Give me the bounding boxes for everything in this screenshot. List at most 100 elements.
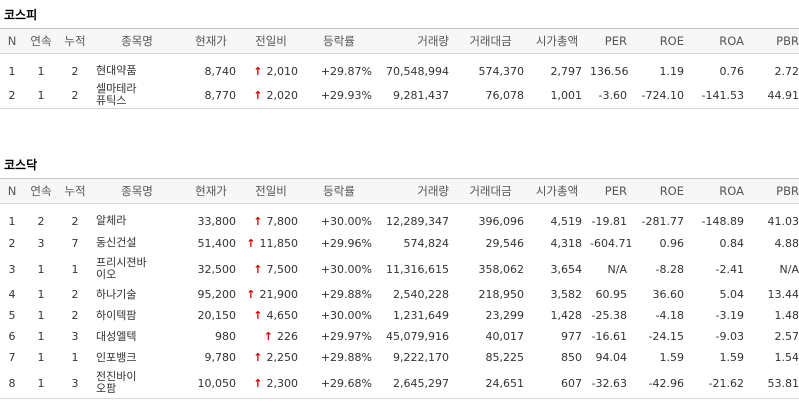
cell-pbr: 4.88 <box>774 236 799 250</box>
stock-name-line: 오팜 <box>96 382 117 395</box>
cell-roa: -2.41 <box>715 262 744 276</box>
cell-roa: -9.03 <box>715 330 744 343</box>
stock-name-link[interactable]: 하이텍팜 <box>92 305 182 326</box>
cell-amount: 218,950 <box>478 288 525 301</box>
table-row[interactable]: 1 1 2 현대약품 8,740 ↑ 2,010 +29.87% 70,548,994 574,3… <box>0 60 799 82</box>
cell-pbr: 1.48 <box>774 309 799 322</box>
cell-pbr: 53.81 <box>767 376 799 390</box>
header-volume: 거래량 <box>376 178 453 204</box>
header-price: 현재가 <box>182 28 240 54</box>
cell-market-cap: 2,797 <box>550 64 583 78</box>
header-consecutive: 연속 <box>24 178 58 204</box>
cell-roe: -24.15 <box>648 330 684 343</box>
stock-name-link[interactable]: 프리시젼바 이오 <box>92 254 182 284</box>
cell-n: 8 <box>8 376 16 390</box>
cell-volume: 2,645,297 <box>393 376 449 390</box>
header-cumulative: 누적 <box>58 178 92 204</box>
cell-volume: 12,289,347 <box>386 214 449 228</box>
cell-consecutive: 1 <box>37 330 45 343</box>
header-market-cap: 시가총액 <box>528 178 586 204</box>
cell-amount: 40,017 <box>485 330 525 343</box>
cell-price: 32,500 <box>197 262 237 276</box>
change-cell: ↑ 2,010 <box>240 60 302 82</box>
change-value: 7,500 <box>266 262 299 276</box>
cell-pbr: 2.72 <box>774 64 799 78</box>
table-row[interactable]: 2 3 7 동신건설 51,400 ↑ 11,850 +29.96% 574,824 29,546… <box>0 232 799 254</box>
cell-per: 136.56 <box>590 64 629 78</box>
cell-rate: +29.87% <box>320 64 372 78</box>
table-row[interactable]: 6 1 3 대성엘텍 980 ↑ 226 +29.97% 45,079,916 40,017 977… <box>0 326 799 347</box>
cell-n: 7 <box>8 351 16 364</box>
header-pbr: PBR <box>748 28 799 54</box>
header-roa: ROA <box>688 178 748 204</box>
cell-roa: 0.84 <box>719 236 745 250</box>
cell-roe: -4.18 <box>655 309 684 322</box>
header-cumulative: 누적 <box>58 28 92 54</box>
cell-rate: +29.88% <box>320 288 372 301</box>
cell-market-cap: 3,582 <box>550 288 583 301</box>
stock-name-link[interactable]: 하나기술 <box>92 284 182 305</box>
cell-n: 2 <box>8 88 16 102</box>
header-name: 종목명 <box>92 178 182 204</box>
table-row[interactable]: 2 1 2 셀마테라 퓨틱스 8,770 ↑ 2,020 +29.93% 9,281,437 76,… <box>0 82 799 108</box>
kosdaq-title: 코스닥 <box>4 158 38 172</box>
stock-name-link[interactable]: 셀마테라 퓨틱스 <box>92 82 182 108</box>
cell-price: 8,770 <box>204 88 237 102</box>
cell-amount: 358,062 <box>478 262 525 276</box>
cell-roa: 1.59 <box>719 351 745 364</box>
stock-name-link[interactable]: 인포뱅크 <box>92 347 182 368</box>
stock-name-line: 이오 <box>96 268 117 281</box>
cell-roe: -281.77 <box>641 214 684 228</box>
header-rate: 등락률 <box>302 28 376 54</box>
header-amount: 거래대금 <box>453 28 528 54</box>
cell-volume: 70,548,994 <box>386 64 449 78</box>
up-arrow-icon: ↑ <box>246 288 256 301</box>
cell-consecutive: 1 <box>37 64 45 78</box>
change-value: 2,300 <box>266 376 299 390</box>
cell-market-cap: 1,001 <box>550 88 583 102</box>
change-cell: ↑ 2,250 <box>240 347 302 368</box>
header-name: 종목명 <box>92 28 182 54</box>
stock-name-link[interactable]: 현대약품 <box>92 60 182 82</box>
cell-n: 1 <box>8 214 16 228</box>
cell-n: 4 <box>8 288 16 301</box>
stock-name-link[interactable]: 동신건설 <box>92 232 182 254</box>
table-row[interactable]: 3 1 1 프리시젼바 이오 32,500 ↑ 7,500 +30.00% 11,316,615 3… <box>0 254 799 284</box>
cell-amount: 574,370 <box>478 64 525 78</box>
change-value: 226 <box>277 330 298 343</box>
cell-market-cap: 4,318 <box>550 236 583 250</box>
table-row[interactable]: 4 1 2 하나기술 95,200 ↑ 21,900 +29.88% 2,540,228 218,… <box>0 284 799 305</box>
change-cell: ↑ 4,650 <box>240 305 302 326</box>
cell-amount: 24,651 <box>485 376 525 390</box>
change-cell: ↑ 7,500 <box>240 254 302 284</box>
table-row[interactable]: 1 2 2 알체라 33,800 ↑ 7,800 +30.00% 12,289,347 396,0… <box>0 210 799 232</box>
cell-pbr: N/A <box>779 262 799 276</box>
table-row[interactable]: 7 1 1 인포뱅크 9,780 ↑ 2,250 +29.88% 9,222,170 85,225… <box>0 347 799 368</box>
up-arrow-icon: ↑ <box>253 376 263 390</box>
cell-per: -32.63 <box>591 376 627 390</box>
cell-per: 60.95 <box>595 288 628 301</box>
cell-per: -604.71 <box>590 236 631 250</box>
cell-amount: 23,299 <box>485 309 525 322</box>
stock-name-link[interactable]: 전진바이 오팜 <box>92 368 182 398</box>
cell-rate: +29.68% <box>320 376 372 390</box>
cell-cumulative: 2 <box>71 64 79 78</box>
change-cell: ↑ 226 <box>240 326 302 347</box>
cell-volume: 1,231,649 <box>393 309 449 322</box>
table-row[interactable]: 8 1 3 전진바이 오팜 10,050 ↑ 2,300 +29.68% 2,645,297 24,… <box>0 368 799 398</box>
change-value: 2,250 <box>266 351 299 364</box>
cell-amount: 396,096 <box>478 214 525 228</box>
header-per: PER <box>586 28 631 54</box>
cell-price: 8,740 <box>204 64 237 78</box>
cell-volume: 2,540,228 <box>393 288 449 301</box>
cell-n: 2 <box>8 236 16 250</box>
stock-name-link[interactable]: 알체라 <box>92 210 182 232</box>
cell-price: 9,780 <box>204 351 237 364</box>
table-row[interactable]: 5 1 2 하이텍팜 20,150 ↑ 4,650 +30.00% 1,231,649 23,29… <box>0 305 799 326</box>
cell-rate: +29.93% <box>320 88 372 102</box>
up-arrow-icon: ↑ <box>253 88 263 102</box>
stock-name-link[interactable]: 대성엘텍 <box>92 326 182 347</box>
up-arrow-icon: ↑ <box>253 351 263 364</box>
cell-roe: 0.96 <box>659 236 685 250</box>
cell-price: 33,800 <box>197 214 237 228</box>
